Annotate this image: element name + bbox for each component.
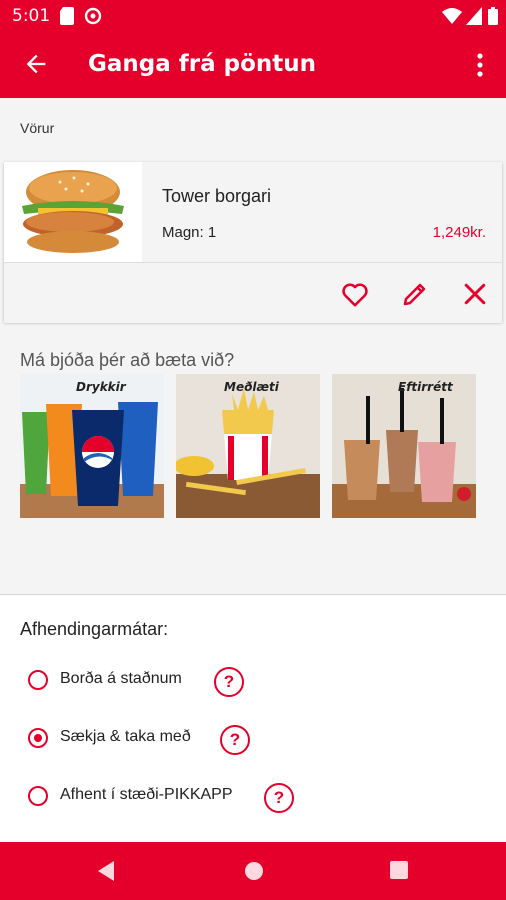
- cart-item-info: Tower borgari Magn: 1 1,249kr.: [142, 162, 502, 262]
- sync-icon: [84, 7, 102, 30]
- radio-dine-in[interactable]: [28, 670, 48, 690]
- upsell-sides-tile[interactable]: Meðlæti: [176, 374, 320, 518]
- upsell-sides-caption: Meðlæti: [224, 380, 279, 394]
- upsell-title: Má bjóða þér að bæta við?: [20, 350, 235, 370]
- nav-back-icon[interactable]: [96, 860, 116, 887]
- app-bar: Ganga frá pöntun: [0, 32, 506, 98]
- status-time: 5:01: [12, 6, 51, 26]
- product-name: Tower borgari: [162, 186, 272, 206]
- product-price: 1,249kr.: [432, 224, 486, 241]
- delivery-option-takeaway[interactable]: Sækja & taka með ?: [28, 725, 488, 755]
- burger-image: [4, 162, 142, 262]
- help-question-icon[interactable]: ?: [264, 783, 294, 813]
- help-question-icon[interactable]: ?: [214, 667, 244, 697]
- radio-curbside[interactable]: [28, 786, 48, 806]
- product-quantity: Magn: 1: [162, 224, 217, 241]
- checkout-content: Vörur Tower borgari Magn: 1 1,249kr. Má …: [0, 98, 506, 842]
- nav-home-icon[interactable]: [243, 860, 265, 887]
- upsell-drinks-tile[interactable]: Drykkir: [20, 374, 164, 518]
- edit-pencil-icon[interactable]: [400, 279, 430, 309]
- signal-icon: [466, 7, 482, 30]
- system-nav-bar: [0, 842, 506, 900]
- remove-close-icon[interactable]: [460, 279, 490, 309]
- delivery-option-curbside[interactable]: Afhent í stæði-PIKKAPP ?: [28, 783, 488, 813]
- more-options-icon[interactable]: [470, 50, 490, 80]
- page-title: Ganga frá pöntun: [88, 51, 317, 77]
- status-bar: 5:01: [0, 0, 506, 32]
- upsell-desserts-caption: Eftirrétt: [398, 380, 453, 394]
- radio-takeaway-selected[interactable]: [28, 728, 48, 748]
- cart-item-actions: [4, 262, 502, 323]
- favorite-heart-icon[interactable]: [340, 279, 370, 309]
- cart-item-card: Tower borgari Magn: 1 1,249kr.: [4, 162, 502, 323]
- delivery-option-label: Borða á staðnum: [60, 670, 182, 687]
- delivery-option-label: Afhent í stæði-PIKKAPP: [60, 786, 233, 803]
- delivery-option-dine-in[interactable]: Borða á staðnum ?: [28, 667, 488, 697]
- wifi-icon: [442, 7, 462, 30]
- battery-icon: [488, 7, 498, 30]
- nav-recents-icon[interactable]: [389, 860, 409, 885]
- products-section-label: Vörur: [20, 120, 55, 136]
- delivery-option-label: Sækja & taka með: [60, 728, 191, 745]
- delivery-methods-panel: Afhendingarmátar: Borða á staðnum ? Sækj…: [0, 595, 506, 842]
- back-arrow-icon[interactable]: [22, 50, 50, 78]
- sd-card-icon: [60, 7, 74, 30]
- upsell-desserts-tile[interactable]: Eftirrétt: [332, 374, 476, 518]
- delivery-methods-title: Afhendingarmátar:: [20, 619, 169, 639]
- upsell-drinks-caption: Drykkir: [76, 380, 126, 394]
- help-question-icon[interactable]: ?: [220, 725, 250, 755]
